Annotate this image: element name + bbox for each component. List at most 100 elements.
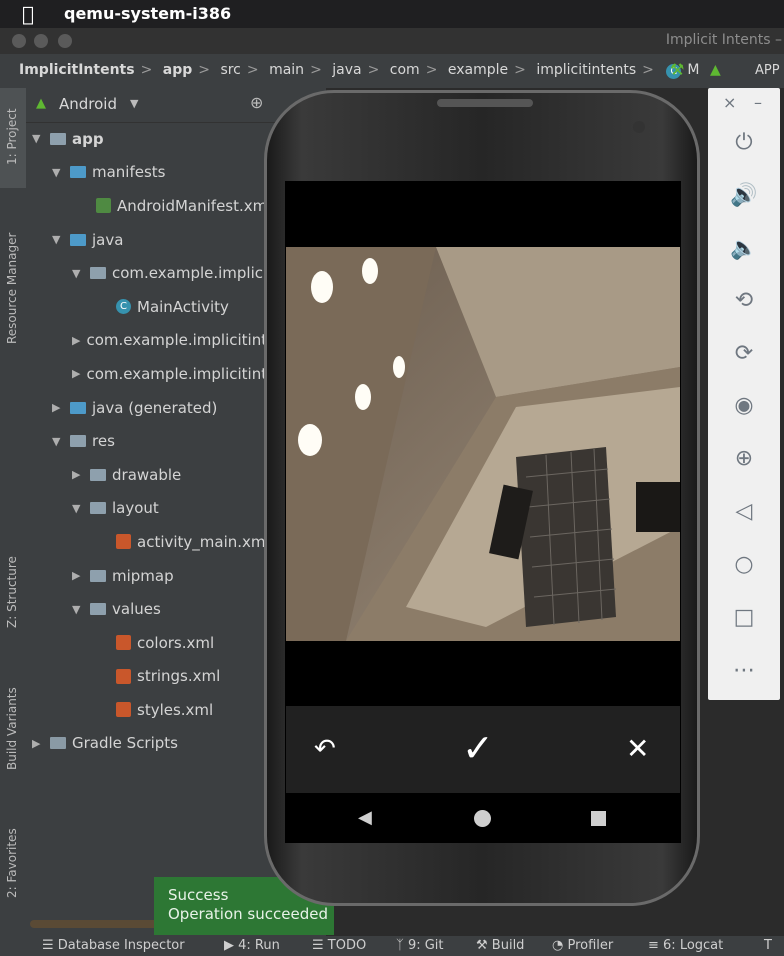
breadcrumb-item-src[interactable]: src	[220, 62, 240, 78]
navigation-breadcrumb: ImplicitIntents > app > src > main > java > c…	[0, 54, 784, 88]
build-hammer-icon[interactable]: ⚒	[670, 60, 684, 79]
tree-item-label: colors.xml	[137, 633, 215, 652]
tab-build-variants[interactable]: Build Variants	[5, 687, 19, 770]
front-camera	[633, 121, 645, 133]
tree-item-label: activity_main.xml	[137, 532, 270, 551]
tree-item-label: mipmap	[112, 566, 174, 585]
camera-icon[interactable]: ◉	[724, 385, 764, 425]
folder-icon	[70, 166, 86, 179]
tree-item-label: Gradle Scripts	[72, 734, 178, 753]
list-icon: ☰	[312, 938, 328, 953]
camera-review-controls: ↶ ✓ ✕	[286, 706, 680, 793]
run-config-label[interactable]: APP	[755, 63, 780, 78]
git-icon: ᛉ	[396, 938, 408, 953]
minimize-window-button[interactable]	[34, 34, 48, 48]
tab-label: Database Inspector	[57, 938, 185, 953]
speaker-grille	[437, 99, 533, 107]
emulator-control-panel: × – ⏻ 🔊 🔈 ⟲ ⟳ ◉ ⊕ ◁ ○ □ ⋯	[708, 88, 780, 700]
camera-preview-image	[286, 247, 680, 641]
tab-profiler[interactable]: ◔ Profiler	[552, 938, 613, 953]
hammer-icon: ⚒	[476, 938, 492, 953]
project-view-selector[interactable]: Android	[59, 95, 117, 113]
home-icon[interactable]	[474, 810, 491, 827]
breadcrumb-item-module[interactable]: app	[163, 62, 193, 78]
tab-run[interactable]: ▶ 4: Run	[224, 938, 280, 953]
app-name[interactable]: qemu-system-i386	[64, 4, 231, 23]
tab-build[interactable]: ⚒ Build	[476, 938, 524, 953]
rotate-left-icon[interactable]: ⟲	[724, 280, 764, 320]
tree-item-label: java	[92, 230, 124, 249]
android-nav-bar: ◀	[286, 793, 680, 843]
xml-file-icon	[116, 668, 131, 684]
manifest-file-icon	[96, 198, 111, 214]
folder-icon	[90, 468, 106, 481]
tree-item-label: layout	[112, 499, 159, 518]
back-icon[interactable]: ◀	[358, 807, 372, 828]
breadcrumb-item-main[interactable]: main	[269, 62, 304, 78]
tab-project[interactable]: 1: Project	[5, 108, 19, 165]
package-icon	[90, 267, 106, 280]
xml-file-icon	[116, 534, 131, 550]
breadcrumb-item-package[interactable]: implicitintents	[536, 62, 636, 78]
notification-message: Operation succeeded	[168, 905, 328, 923]
tab-label: TODO	[327, 938, 367, 953]
module-folder-icon	[50, 132, 66, 145]
home-icon[interactable]: ○	[724, 544, 764, 584]
gauge-icon: ◔	[552, 938, 568, 953]
close-icon[interactable]: ✕	[626, 732, 649, 765]
minimize-icon[interactable]: –	[754, 93, 762, 112]
database-icon: ☰	[42, 938, 58, 953]
undo-icon[interactable]: ↶	[314, 734, 336, 764]
tab-git[interactable]: ᛉ 9: Git	[396, 938, 444, 953]
tree-item-label: app	[72, 129, 104, 148]
android-icon: ▲	[710, 62, 721, 78]
res-folder-icon	[70, 435, 86, 448]
zoom-icon[interactable]: ⊕	[724, 438, 764, 478]
apple-icon[interactable]: 	[22, 2, 34, 26]
tree-item-label: styles.xml	[137, 700, 214, 719]
zoom-window-button[interactable]	[58, 34, 72, 48]
breadcrumb-item-project[interactable]: ImplicitIntents	[19, 62, 135, 78]
breadcrumb-item-com[interactable]: com	[390, 62, 420, 78]
folder-icon	[90, 603, 106, 616]
tab-terminal[interactable]: T	[764, 938, 772, 953]
xml-file-icon	[116, 702, 131, 718]
tree-item-label: values	[112, 600, 161, 619]
menu-bar:  qemu-system-i386	[0, 0, 784, 28]
tree-item-label: manifests	[92, 163, 166, 182]
volume-up-icon[interactable]: 🔊	[724, 175, 764, 215]
kitchen-photo	[286, 247, 680, 641]
folder-icon	[70, 233, 86, 246]
folder-icon	[90, 569, 106, 582]
tab-label: 6: Logcat	[663, 938, 724, 953]
rotate-right-icon[interactable]: ⟳	[724, 333, 764, 373]
breadcrumb-item-example[interactable]: example	[448, 62, 508, 78]
tab-structure[interactable]: Z: Structure	[5, 556, 19, 628]
tab-todo[interactable]: ☰ TODO	[312, 938, 366, 953]
generated-folder-icon	[70, 401, 86, 414]
tree-item-label: MainActivity	[137, 297, 229, 316]
power-icon[interactable]: ⏻	[724, 122, 764, 162]
chevron-down-icon[interactable]: ▼	[130, 97, 138, 110]
notification-title: Success	[168, 886, 229, 904]
close-icon[interactable]: ×	[723, 93, 736, 112]
tab-label: 4: Run	[238, 938, 280, 953]
android-icon: ▲	[36, 96, 46, 111]
recents-icon[interactable]	[591, 811, 606, 826]
tree-item-label: java (generated)	[92, 398, 218, 417]
tab-logcat[interactable]: ≡ 6: Logcat	[648, 938, 723, 953]
locate-icon[interactable]: ⊕	[250, 93, 263, 112]
tab-database-inspector[interactable]: ☰ Database Inspector	[42, 938, 185, 953]
breadcrumb-item-java[interactable]: java	[332, 62, 361, 78]
overview-icon[interactable]: □	[724, 597, 764, 637]
window-title-bar: Implicit Intents –	[0, 28, 784, 54]
back-icon[interactable]: ◁	[724, 491, 764, 531]
tool-window-bar: ☰ Database Inspector ▶ 4: Run ☰ TODO ᛉ 9…	[0, 936, 784, 956]
close-window-button[interactable]	[12, 34, 26, 48]
more-icon[interactable]: ⋯	[724, 650, 764, 690]
breadcrumb-item-class[interactable]: M	[687, 62, 699, 78]
volume-down-icon[interactable]: 🔈	[724, 228, 764, 268]
tab-resource-manager[interactable]: Resource Manager	[5, 233, 19, 344]
check-icon[interactable]: ✓	[462, 726, 494, 770]
tab-favorites[interactable]: 2: Favorites	[5, 828, 19, 898]
